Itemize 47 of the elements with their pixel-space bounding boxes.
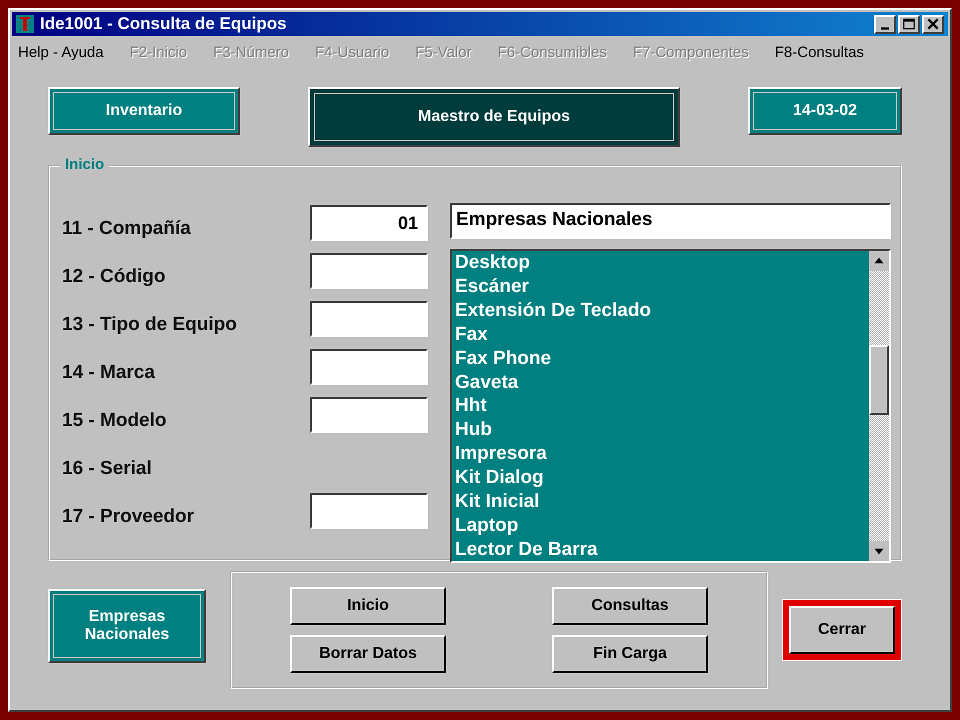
list-item[interactable]: Gaveta [455, 370, 866, 394]
field-label: 16 - Serial [62, 457, 153, 480]
field-label: 13 - Tipo de Equipo [62, 313, 238, 336]
list-item[interactable]: Fax Phone [455, 346, 866, 371]
menu-item[interactable]: F8-Consultas [774, 44, 864, 61]
maximize-button[interactable] [898, 14, 920, 34]
field-label: 11 - Compañía [62, 217, 192, 240]
date-label: 14-03-02 [748, 87, 902, 135]
menu-item[interactable]: Help - Ayuda [18, 44, 104, 61]
input-field[interactable] [310, 253, 428, 289]
maximize-icon [902, 18, 916, 30]
input-field[interactable] [310, 397, 428, 433]
list-item[interactable]: Desktop [455, 251, 866, 275]
screen-title: Maestro de Equipos [308, 87, 680, 147]
company-label: Empresas Nacionales [48, 589, 206, 663]
list-item[interactable]: Escáner [455, 274, 866, 299]
module-label: Inventario [48, 87, 240, 135]
field-label: 14 - Marca [62, 361, 156, 384]
action-button[interactable]: Consultas [552, 587, 708, 625]
input-field[interactable]: 01 [310, 205, 428, 241]
list-item[interactable]: Lector De Barra [455, 538, 866, 562]
field-label: 15 - Modelo [62, 409, 168, 432]
list-item[interactable]: Hub [455, 418, 866, 442]
list-item[interactable]: Fax [455, 322, 866, 347]
company-name-field[interactable]: Empresas Nacionales [450, 203, 891, 239]
minimize-icon [881, 26, 889, 30]
list-item[interactable]: Extensión De Teclado [455, 298, 866, 323]
list-item[interactable]: Kit Dialog [455, 466, 866, 490]
scroll-thumb[interactable] [869, 345, 889, 415]
minimize-button[interactable] [874, 14, 896, 34]
close-icon [926, 18, 940, 30]
field-label: 17 - Proveedor [62, 505, 195, 528]
action-button[interactable]: Inicio [290, 587, 446, 625]
list-item[interactable]: Impresora [455, 442, 866, 466]
input-field[interactable] [310, 493, 428, 529]
list-item[interactable]: Hht [455, 394, 866, 418]
action-button[interactable]: Borrar Datos [290, 635, 446, 673]
list-item[interactable]: Kit Inicial [455, 490, 866, 514]
action-button[interactable]: Fin Carga [552, 635, 708, 673]
input-field[interactable] [310, 349, 428, 385]
list-item[interactable]: Laptop [455, 514, 866, 538]
field-label: 12 - Código [62, 265, 166, 288]
window-title: Ide1001 - Consulta de Equipos [40, 14, 287, 34]
close-form-button[interactable]: Cerrar [789, 606, 895, 654]
input-field[interactable] [310, 301, 428, 337]
close-button[interactable] [922, 14, 944, 34]
app-icon [16, 15, 34, 33]
